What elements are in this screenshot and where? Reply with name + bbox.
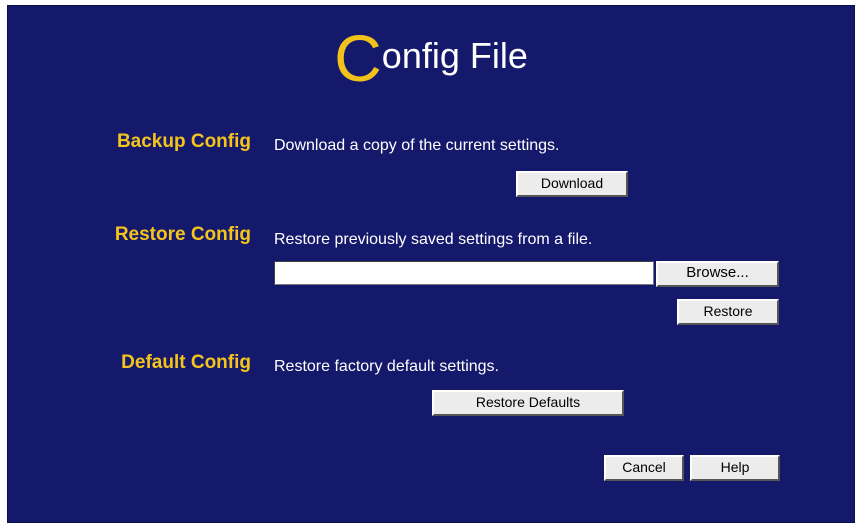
default-config-description: Restore factory default settings. xyxy=(274,358,499,375)
restore-button[interactable]: Restore xyxy=(677,299,779,325)
page-title-initial: C xyxy=(334,21,382,95)
download-button[interactable]: Download xyxy=(516,171,628,197)
cancel-button[interactable]: Cancel xyxy=(604,455,684,481)
config-file-panel: Config File Backup Config Download a cop… xyxy=(7,5,855,523)
restore-defaults-button[interactable]: Restore Defaults xyxy=(432,390,624,416)
page-title: Config File xyxy=(8,25,854,91)
restore-config-description: Restore previously saved settings from a… xyxy=(274,231,593,248)
default-config-label: Default Config xyxy=(121,352,251,373)
browse-button[interactable]: Browse... xyxy=(656,261,779,287)
config-file-input[interactable] xyxy=(274,261,654,285)
page-title-rest: onfig File xyxy=(381,35,528,76)
help-button[interactable]: Help xyxy=(690,455,780,481)
restore-config-label: Restore Config xyxy=(114,224,251,245)
backup-config-label: Backup Config xyxy=(116,131,251,152)
backup-config-description: Download a copy of the current settings. xyxy=(274,137,560,154)
